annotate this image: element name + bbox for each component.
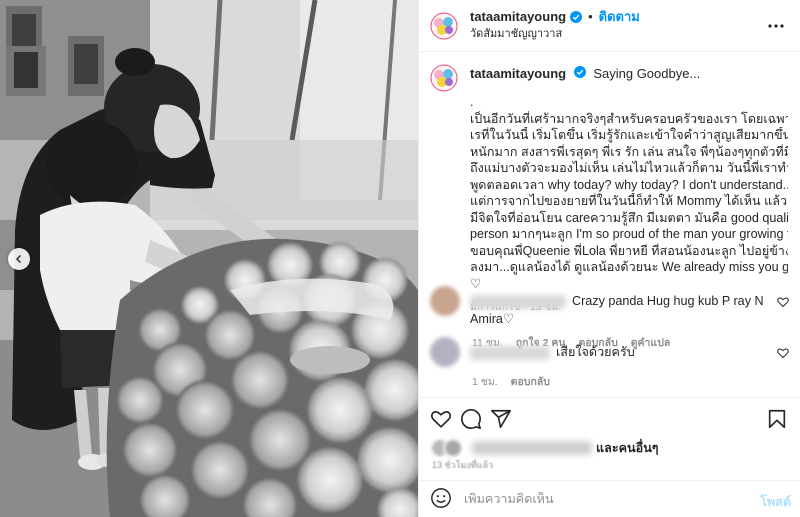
reply-button[interactable]: ตอบกลับ (511, 376, 550, 388)
like-button[interactable] (430, 408, 454, 432)
avatar-image (430, 11, 458, 40)
comment-button[interactable] (460, 408, 484, 432)
liker-names-blurred (472, 441, 592, 455)
post-time: 13 ชั่วโมงที่แล้ว (432, 460, 494, 470)
caption-line: person มากๆนะลูก I'm so proud of the man… (470, 227, 788, 241)
likes-others[interactable]: และคนอื่นๆ (596, 438, 659, 458)
carousel-prev-button[interactable] (8, 248, 30, 270)
caption-body: . เป็นอีกวันที่เศร้ามากจริงๆสำหรับครอบคร… (470, 94, 788, 292)
caption-line: แต่การจากไปของยายที่ในวันนี้ก็ทำให้ Momm… (470, 194, 788, 208)
caption-line: พูดตลอดเวลา why today? why today? I don'… (470, 177, 788, 192)
caption-line: เป็นอีกวันที่เศร้ามากจริงๆสำหรับครอบครัว… (470, 111, 788, 126)
more-options-icon (768, 24, 784, 28)
caption-line: . (470, 95, 474, 109)
caption-line: มีจิตใจที่อ่อนโยน careความรู้สึก มีเมตตา… (470, 210, 788, 225)
commenter-name-blurred[interactable] (470, 345, 550, 360)
comment-input[interactable] (464, 492, 744, 506)
commenter-avatar[interactable] (430, 286, 460, 316)
location-link[interactable]: วัดสัมมาชัญญาวาส (470, 26, 640, 42)
bookmark-icon (768, 409, 786, 429)
caption-line: หนักมาก สงสารพี่เรสุดๆ พี่เร รัก เล่น สน… (470, 144, 788, 159)
heart-icon (430, 411, 452, 428)
likes-summary[interactable]: และคนอื่นๆ (430, 438, 790, 458)
action-bar (430, 408, 790, 432)
post-comment-button[interactable]: โพสต์ (760, 492, 791, 512)
share-icon (491, 409, 511, 429)
share-button[interactable] (490, 408, 514, 432)
caption-avatar[interactable] (430, 64, 458, 92)
comment-text: เสียใจด้วยครับ (556, 345, 635, 359)
comment-time: 1 ชม. (472, 376, 498, 388)
post-header: tataamitayoung • ติดตาม วัดสัมมาชัญญาวาส (419, 0, 800, 52)
emoji-icon (431, 488, 451, 508)
post-photo (0, 0, 418, 517)
caption-title: Saying Goodbye... (593, 66, 701, 81)
commenter-avatar[interactable] (430, 337, 460, 367)
photo-illustration (0, 0, 418, 517)
avatar[interactable] (430, 11, 458, 40)
separator-dot: • (588, 9, 593, 24)
caption-line: เรที่ในวันนี้ เริ่มโตขึ้น เริ่มรู้รักและ… (470, 128, 788, 142)
emoji-button[interactable] (430, 487, 454, 511)
caption-username[interactable]: tataamitayoung (470, 66, 566, 81)
caption-line: ขอบคุณพี่Queenie พี่Lola พี่ยาหยี ที่สอน… (470, 243, 788, 258)
actions-divider (419, 397, 800, 398)
comment-icon (461, 409, 481, 429)
comment-like-icon[interactable] (777, 296, 789, 308)
save-button[interactable] (766, 408, 790, 432)
verified-badge-icon (570, 11, 583, 23)
caption-line: ลงมา...ดูแลน้องได้ ดูแลน้องด้วยนะ We alr… (470, 260, 788, 274)
comment-item: เสียใจด้วยครับ 1 ชม. ตอบกลับ (430, 337, 795, 390)
comment-meta: 1 ชม. ตอบกลับ (472, 373, 795, 390)
post-side-panel: tataamitayoung • ติดตาม วัดสัมมาชัญญาวาส (418, 0, 800, 517)
more-options-button[interactable] (765, 16, 787, 36)
post-caption: tataamitayoung Saying Goodbye... . เป็นอ… (430, 64, 790, 315)
caption-line: ถึงแม่บางตัวจะมองไม่เห็น เล่นไม่ไหวแล้วก… (470, 161, 788, 175)
username[interactable]: tataamitayoung (470, 9, 566, 25)
commenter-name-blurred[interactable] (470, 294, 566, 309)
chevron-left-icon (16, 255, 21, 263)
avatar-image (430, 64, 458, 92)
verified-badge-icon (573, 66, 586, 78)
liker-avatars (430, 438, 466, 458)
follow-button[interactable]: ติดตาม (599, 9, 640, 25)
comment-composer: โพสต์ (419, 480, 800, 517)
comment-like-icon[interactable] (777, 347, 789, 359)
